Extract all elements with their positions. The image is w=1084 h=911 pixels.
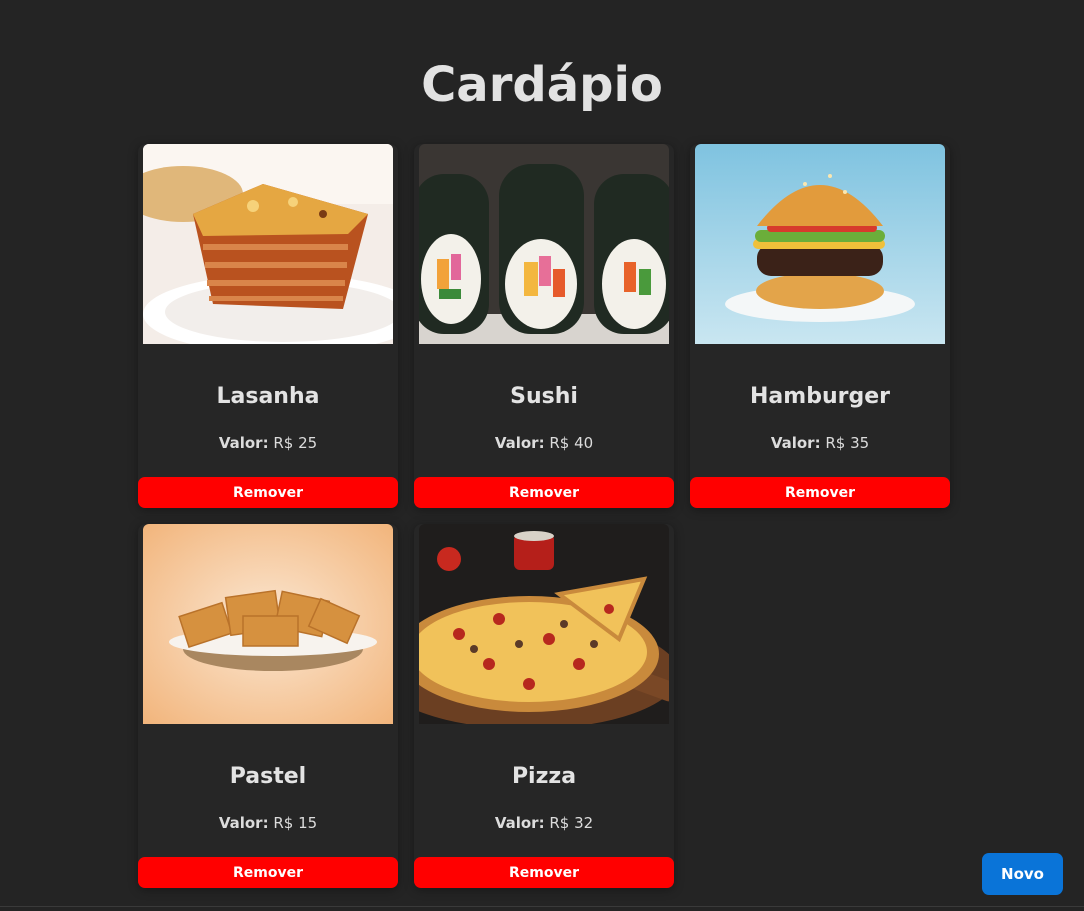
- menu-item-name: Sushi: [510, 384, 578, 409]
- price-label: Valor:: [770, 434, 821, 452]
- menu-item-name: Pizza: [511, 764, 577, 789]
- menu-card-pastel: Pastel Valor: R$ 15 Remover: [138, 524, 398, 888]
- menu-item-name: Lasanha: [216, 384, 320, 409]
- price-label: Valor:: [218, 814, 269, 832]
- menu-item-name: Hamburger: [750, 384, 890, 409]
- menu-card-sushi: Sushi Valor: R$ 40 Remover: [414, 144, 674, 508]
- menu-grid: Lasanha Valor: R$ 25 Remover Sushi Valor…: [138, 144, 950, 888]
- menu-item-price: Valor: R$ 32: [414, 814, 674, 832]
- menu-card-lasanha: Lasanha Valor: R$ 25 Remover: [138, 144, 398, 508]
- sushi-photo: [419, 144, 669, 344]
- price-value: R$ 32: [549, 814, 594, 832]
- remove-button[interactable]: Remover: [414, 477, 674, 508]
- price-label: Valor:: [218, 434, 269, 452]
- lasagna-photo: [143, 144, 393, 344]
- price-label: Valor:: [494, 434, 545, 452]
- page-title: Cardápio: [421, 57, 663, 113]
- pizza-photo: [419, 524, 669, 724]
- new-item-button[interactable]: Novo: [982, 853, 1063, 895]
- remove-button[interactable]: Remover: [690, 477, 950, 508]
- price-value: R$ 25: [273, 434, 318, 452]
- menu-item-price: Valor: R$ 40: [414, 434, 674, 452]
- menu-item-price: Valor: R$ 15: [138, 814, 398, 832]
- menu-item-name: Pastel: [229, 764, 307, 789]
- menu-item-price: Valor: R$ 25: [138, 434, 398, 452]
- remove-button[interactable]: Remover: [138, 477, 398, 508]
- price-value: R$ 35: [825, 434, 870, 452]
- remove-button[interactable]: Remover: [138, 857, 398, 888]
- price-value: R$ 15: [273, 814, 318, 832]
- bottom-divider: [0, 906, 1084, 907]
- menu-card-hamburger: Hamburger Valor: R$ 35 Remover: [690, 144, 950, 508]
- price-value: R$ 40: [549, 434, 594, 452]
- price-label: Valor:: [494, 814, 545, 832]
- menu-item-price: Valor: R$ 35: [690, 434, 950, 452]
- remove-button[interactable]: Remover: [414, 857, 674, 888]
- hamburger-photo: [695, 144, 945, 344]
- pastel-photo: [143, 524, 393, 724]
- menu-card-pizza: Pizza Valor: R$ 32 Remover: [414, 524, 674, 888]
